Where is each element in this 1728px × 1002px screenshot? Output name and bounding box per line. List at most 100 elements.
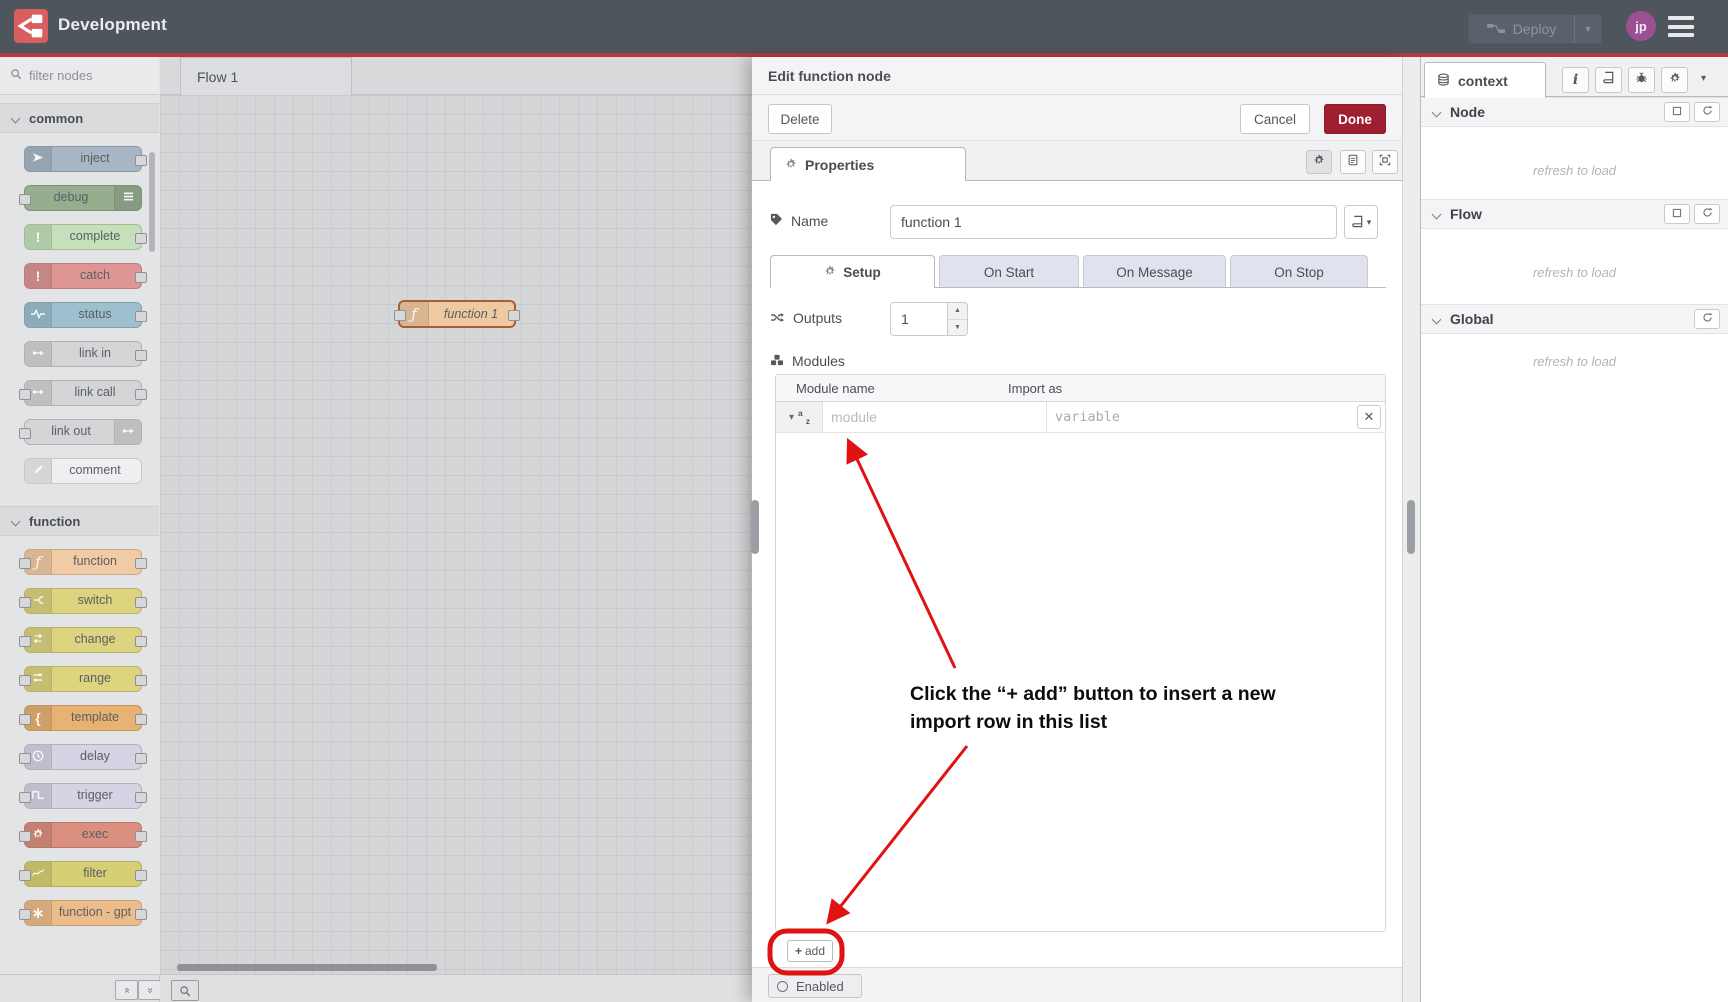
palette-node-comment[interactable]: comment (24, 458, 142, 484)
flow-canvas[interactable] (160, 95, 752, 974)
palette-node-function[interactable]: ƒfunction (24, 549, 142, 575)
context-section-global[interactable]: Global (1421, 304, 1728, 334)
tray-resize-handle[interactable] (751, 500, 759, 554)
exclamation-icon: ! (36, 229, 41, 245)
deploy-options-caret[interactable]: ▾ (1574, 15, 1601, 43)
refresh-button[interactable] (1694, 204, 1720, 224)
palette-filter[interactable]: filter nodes (0, 57, 159, 95)
gear-icon (1669, 71, 1681, 89)
node-input-port (19, 714, 31, 725)
deploy-label: Deploy (1513, 21, 1557, 37)
tab-on-stop[interactable]: On Stop (1230, 255, 1368, 288)
deploy-button[interactable]: Deploy ▾ (1468, 14, 1602, 44)
debug-bars-icon (123, 191, 134, 205)
swap-arrows-icon (32, 633, 44, 647)
context-section-node[interactable]: Node (1421, 97, 1728, 127)
cancel-button[interactable]: Cancel (1240, 104, 1310, 134)
modules-section-label: Modules (770, 353, 845, 369)
palette-node-switch[interactable]: switch (24, 588, 142, 614)
remove-module-row-button[interactable]: ✕ (1357, 405, 1381, 429)
palette-node-inject[interactable]: inject (24, 146, 142, 172)
user-avatar[interactable]: jp (1626, 11, 1656, 41)
palette-node-catch[interactable]: !catch (24, 263, 142, 289)
palette-collapse-all-button[interactable]: « (115, 980, 138, 1000)
palette-category-common[interactable]: common (0, 103, 159, 133)
palette-category-label: common (29, 111, 83, 126)
done-button[interactable]: Done (1324, 104, 1386, 134)
node-appearance-button[interactable] (1372, 150, 1398, 174)
debug-tab-button[interactable] (1628, 67, 1655, 93)
palette-node-label: function (49, 554, 141, 568)
watch-button[interactable] (1664, 102, 1690, 122)
node-input-port[interactable] (394, 310, 406, 321)
refresh-button[interactable] (1694, 309, 1720, 329)
main-menu-button[interactable] (1668, 16, 1694, 37)
palette-node-complete[interactable]: !complete (24, 224, 142, 250)
palette-node-template[interactable]: {template (24, 705, 142, 731)
palette-scrollbar[interactable] (149, 152, 155, 252)
import-as-input[interactable] (1047, 402, 1363, 432)
sidebar-tabs-caret[interactable]: ▾ (1701, 73, 1706, 84)
tab-setup[interactable]: Setup (770, 255, 935, 288)
node-output-port (135, 675, 147, 686)
module-name-input[interactable] (823, 402, 1046, 432)
context-section-content: refresh to load (1421, 334, 1728, 754)
palette-node-label: range (49, 671, 141, 685)
palette-node-delay[interactable]: delay (24, 744, 142, 770)
palette-node-label: comment (49, 463, 141, 477)
flow-tab[interactable]: Flow 1 (180, 57, 352, 95)
tab-label: Setup (843, 265, 881, 280)
stepper-up-icon[interactable]: ▲ (948, 303, 967, 320)
help-tab-button[interactable] (1595, 67, 1622, 93)
config-tab-button[interactable] (1661, 67, 1688, 93)
function-editor-tabs: Setup On StartOn Message On Stop (770, 255, 1368, 288)
node-palette: filter nodes common inject debug !complete!… (0, 57, 161, 974)
outputs-stepper[interactable]: ▲▼ (948, 302, 968, 336)
name-input[interactable] (890, 205, 1337, 239)
palette-node-link-in[interactable]: link in (24, 341, 142, 367)
node-settings-button[interactable] (1306, 150, 1332, 174)
palette-node-status[interactable]: status (24, 302, 142, 328)
palette-node-trigger[interactable]: trigger (24, 783, 142, 809)
palette-node-range[interactable]: range (24, 666, 142, 692)
canvas-horizontal-scrollbar[interactable] (177, 964, 437, 971)
palette-node-debug[interactable]: debug (24, 185, 142, 211)
palette-node-label: switch (49, 593, 141, 607)
tab-context[interactable]: context (1424, 62, 1546, 98)
palette-node-link-out[interactable]: link out (24, 419, 142, 445)
exclamation-icon: ! (36, 268, 41, 284)
palette-node-link-call[interactable]: link call (24, 380, 142, 406)
add-module-button[interactable]: +add (787, 940, 833, 962)
canvas-node-function-1[interactable]: ƒ function 1 (398, 300, 516, 328)
module-row-handle[interactable]: ▾ az (776, 402, 823, 432)
node-description-button[interactable] (1340, 150, 1366, 174)
watch-button[interactable] (1664, 204, 1690, 224)
tab-properties[interactable]: Properties (770, 147, 966, 181)
module-name-column-header: Module name (776, 381, 1008, 396)
info-tab-button[interactable]: i (1562, 67, 1589, 93)
info-sidebar: context i ▾ Noderefresh to loadFlowrefre… (1420, 57, 1728, 1002)
palette-node-function-gpt[interactable]: ∗function - gpt (24, 900, 142, 926)
palette-node-change[interactable]: change (24, 627, 142, 653)
label-style-button[interactable]: ▾ (1344, 205, 1378, 239)
sidebar-separator[interactable] (1402, 57, 1420, 1002)
watch-icon (1672, 208, 1682, 221)
outputs-input[interactable] (890, 302, 948, 336)
modules-table-header: Module name Import as (776, 375, 1385, 402)
stepper-down-icon[interactable]: ▼ (948, 320, 967, 336)
node-enabled-toggle[interactable]: Enabled (768, 974, 862, 998)
tray-footer: Enabled (752, 967, 1402, 1002)
sidebar-resize-handle[interactable] (1407, 500, 1415, 554)
tab-on-message[interactable]: On Message (1083, 255, 1226, 288)
tab-label: On Stop (1274, 265, 1324, 280)
palette-node-filter[interactable]: filter (24, 861, 142, 887)
delete-button[interactable]: Delete (768, 104, 832, 134)
refresh-button[interactable] (1694, 102, 1720, 122)
tab-on-start[interactable]: On Start (939, 255, 1079, 288)
palette-node-exec[interactable]: exec (24, 822, 142, 848)
palette-category-function[interactable]: function (0, 506, 159, 536)
search-flows-button[interactable] (171, 980, 199, 1001)
node-output-port[interactable] (508, 310, 520, 321)
context-section-flow[interactable]: Flow (1421, 199, 1728, 229)
palette-expand-all-button[interactable]: » (138, 980, 161, 1000)
